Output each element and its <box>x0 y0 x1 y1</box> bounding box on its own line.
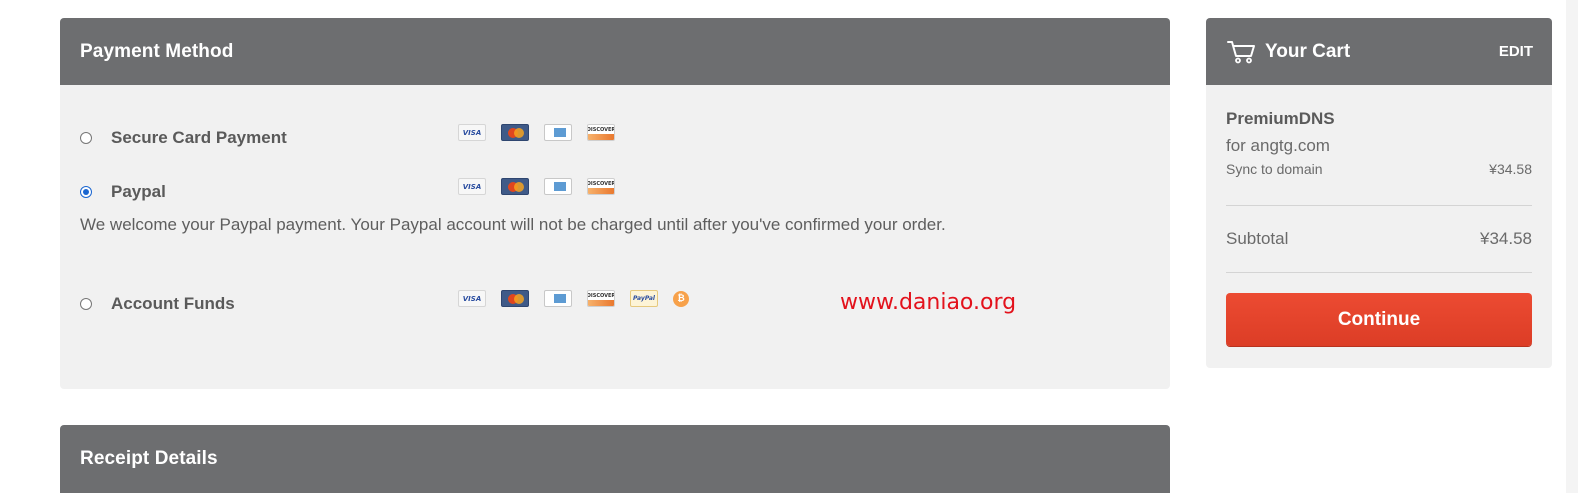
cart-divider-bottom <box>1226 272 1532 273</box>
payment-method-header: Payment Method <box>60 18 1170 85</box>
watermark-text: www.daniao.org <box>840 290 1017 315</box>
payment-method-panel: Payment Method Secure Card Payment VISA … <box>60 18 1170 389</box>
secure-card-label[interactable]: Secure Card Payment <box>111 128 287 148</box>
checkout-page: Payment Method Secure Card Payment VISA … <box>0 0 1578 493</box>
cart-panel: Your Cart EDIT PremiumDNS for angtg.com … <box>1206 18 1552 368</box>
mastercard-icon <box>501 124 529 141</box>
account-funds-label[interactable]: Account Funds <box>111 294 235 314</box>
cart-title-wrap: Your Cart <box>1227 40 1350 64</box>
receipt-details-panel: Receipt Details <box>60 425 1170 493</box>
paypal-description: We welcome your Paypal payment. Your Pay… <box>80 215 946 234</box>
paypal-icon: PayPal <box>630 290 658 307</box>
paypal-label[interactable]: Paypal <box>111 182 166 202</box>
cart-edit-link[interactable]: EDIT <box>1499 43 1533 60</box>
cart-title: Your Cart <box>1265 40 1351 62</box>
amex-icon <box>544 290 572 307</box>
cart-line-label: Sync to domain <box>1226 161 1323 177</box>
option-account-funds[interactable]: Account Funds <box>80 294 235 314</box>
cart-icon <box>1227 40 1255 63</box>
payment-method-title: Payment Method <box>80 40 234 62</box>
secure-card-radio[interactable] <box>80 132 92 144</box>
cart-product-name: PremiumDNS <box>1226 109 1335 128</box>
amex-icon <box>544 178 572 195</box>
bitcoin-icon: ₿ <box>673 290 689 307</box>
account-funds-radio[interactable] <box>80 298 92 310</box>
option-secure-card[interactable]: Secure Card Payment <box>80 128 287 148</box>
continue-button[interactable]: Continue <box>1226 293 1532 346</box>
page-scrollbar[interactable] <box>1566 0 1578 493</box>
secure-card-icons: VISA DISCOVER <box>458 124 615 141</box>
discover-icon: DISCOVER <box>587 178 615 195</box>
option-paypal[interactable]: Paypal <box>80 182 166 202</box>
amex-icon <box>544 124 572 141</box>
discover-icon: DISCOVER <box>587 124 615 141</box>
receipt-details-header: Receipt Details <box>60 425 1170 492</box>
cart-header: Your Cart EDIT <box>1206 18 1552 85</box>
cart-product-domain: for angtg.com <box>1226 136 1330 155</box>
paypal-radio[interactable] <box>80 186 92 198</box>
subtotal-label: Subtotal <box>1226 229 1289 248</box>
cart-subtotal-row: Subtotal ¥34.58 <box>1226 229 1532 249</box>
cart-divider <box>1226 205 1532 206</box>
visa-icon: VISA <box>458 178 486 195</box>
receipt-details-title: Receipt Details <box>80 447 218 469</box>
visa-icon: VISA <box>458 124 486 141</box>
subtotal-value: ¥34.58 <box>1480 229 1532 248</box>
mastercard-icon <box>501 178 529 195</box>
cart-body: PremiumDNS for angtg.com Sync to domain … <box>1206 109 1552 346</box>
discover-icon: DISCOVER <box>587 290 615 307</box>
cart-line-item: Sync to domain ¥34.58 <box>1226 161 1532 177</box>
cart-line-price: ¥34.58 <box>1489 161 1532 177</box>
mastercard-icon <box>501 290 529 307</box>
account-funds-icons: VISA DISCOVER PayPal ₿ <box>458 290 689 307</box>
paypal-icons: VISA DISCOVER <box>458 178 615 195</box>
visa-icon: VISA <box>458 290 486 307</box>
